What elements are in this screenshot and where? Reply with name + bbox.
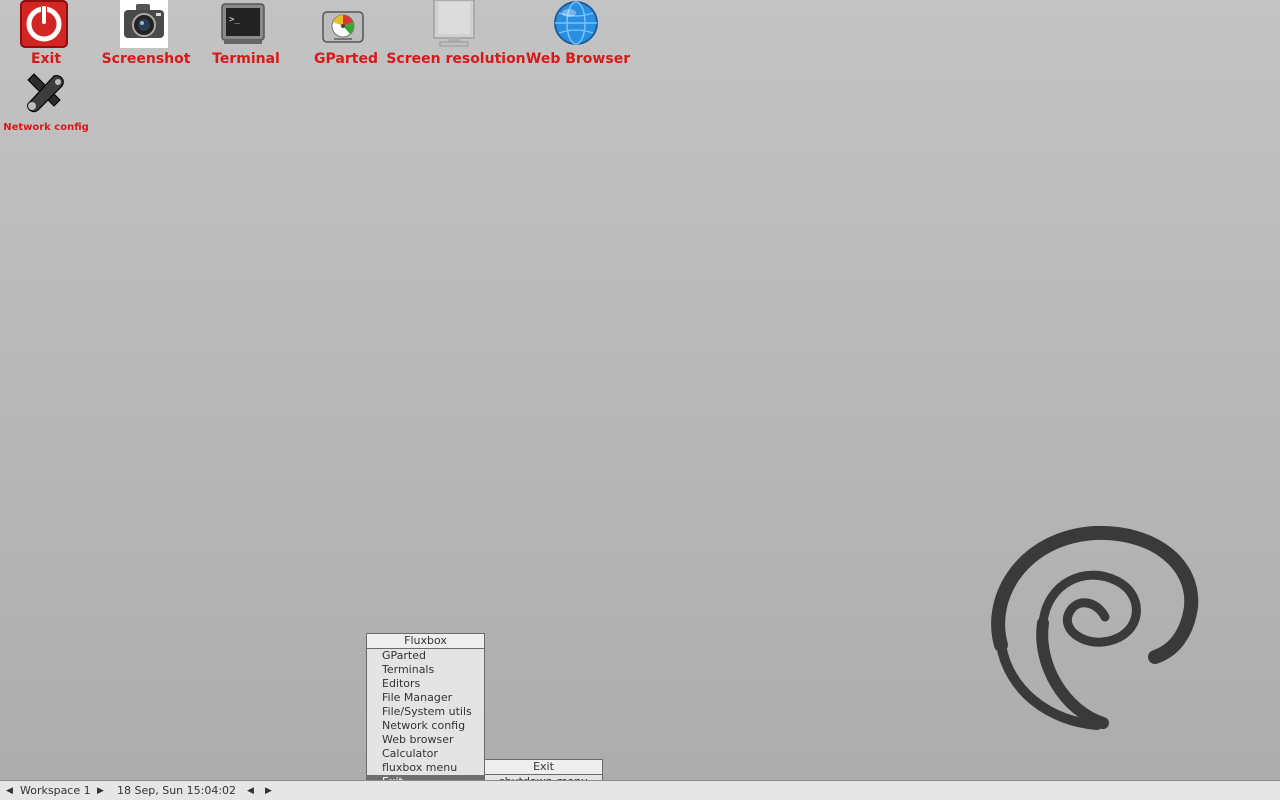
desktop-icon-label: Screen resolution — [386, 51, 526, 67]
menu-item-web-browser[interactable]: Web browser — [367, 733, 484, 747]
desktop-icon-label: Terminal — [212, 51, 280, 67]
debian-logo — [991, 525, 1199, 730]
menu-item-file-manager[interactable]: File Manager — [367, 691, 484, 705]
window-next-arrow-icon[interactable]: ▶ — [265, 783, 272, 799]
desktop-icon-label: GParted — [314, 51, 378, 67]
desktop-icon-label: Screenshot — [101, 51, 191, 67]
menu-item-calculator[interactable]: Calculator — [367, 747, 484, 761]
taskbar: ◀ Workspace 1 ▶ 18 Sep, Sun 15:04:02 ◀ ▶ — [0, 780, 1280, 800]
globe-icon — [552, 0, 600, 48]
camera-icon — [120, 0, 168, 48]
submenu-title: Exit — [485, 760, 602, 775]
window-prev-arrow-icon[interactable]: ◀ — [247, 783, 254, 799]
fluxbox-root-menu: Fluxbox GParted Terminals Editors File M… — [366, 633, 485, 790]
terminal-icon: >_ — [220, 0, 268, 48]
menu-title: Fluxbox — [367, 634, 484, 649]
workspace-prev-arrow-icon[interactable]: ◀ — [6, 783, 13, 799]
workspace-name[interactable]: Workspace 1 — [20, 783, 91, 799]
desktop-icon-screen-resolution[interactable]: Screen resolution — [386, 0, 526, 70]
menu-item-terminals[interactable]: Terminals — [367, 663, 484, 677]
desktop-icon-terminal[interactable]: >_ Terminal — [200, 0, 290, 70]
desktop-icon-label: Web Browser — [525, 51, 631, 67]
desktop-icon-label: Network config — [3, 122, 89, 133]
menu-item-gparted[interactable]: GParted — [367, 649, 484, 663]
desktop-icon-network-config[interactable]: Network config — [0, 70, 92, 136]
desktop-icon-gparted[interactable]: GParted — [300, 0, 390, 70]
workspace-next-arrow-icon[interactable]: ▶ — [97, 783, 104, 799]
disk-icon — [320, 0, 368, 48]
menu-item-editors[interactable]: Editors — [367, 677, 484, 691]
clock: 18 Sep, Sun 15:04:02 — [117, 784, 237, 797]
tools-icon — [20, 70, 68, 118]
monitor-icon — [430, 0, 478, 48]
desktop-icon-exit[interactable]: Exit — [0, 0, 90, 70]
menu-item-network-config[interactable]: Network config — [367, 719, 484, 733]
desktop-icon-web-browser[interactable]: Web Browser — [526, 0, 630, 70]
desktop-icon-label: Exit — [30, 51, 62, 67]
power-icon — [20, 0, 68, 48]
desktop-icon-screenshot[interactable]: Screenshot — [100, 0, 192, 70]
svg-text:>_: >_ — [229, 15, 240, 25]
menu-item-fluxbox-menu[interactable]: fluxbox menu — [367, 761, 484, 775]
menu-item-file-system-utils[interactable]: File/System utils — [367, 705, 484, 719]
